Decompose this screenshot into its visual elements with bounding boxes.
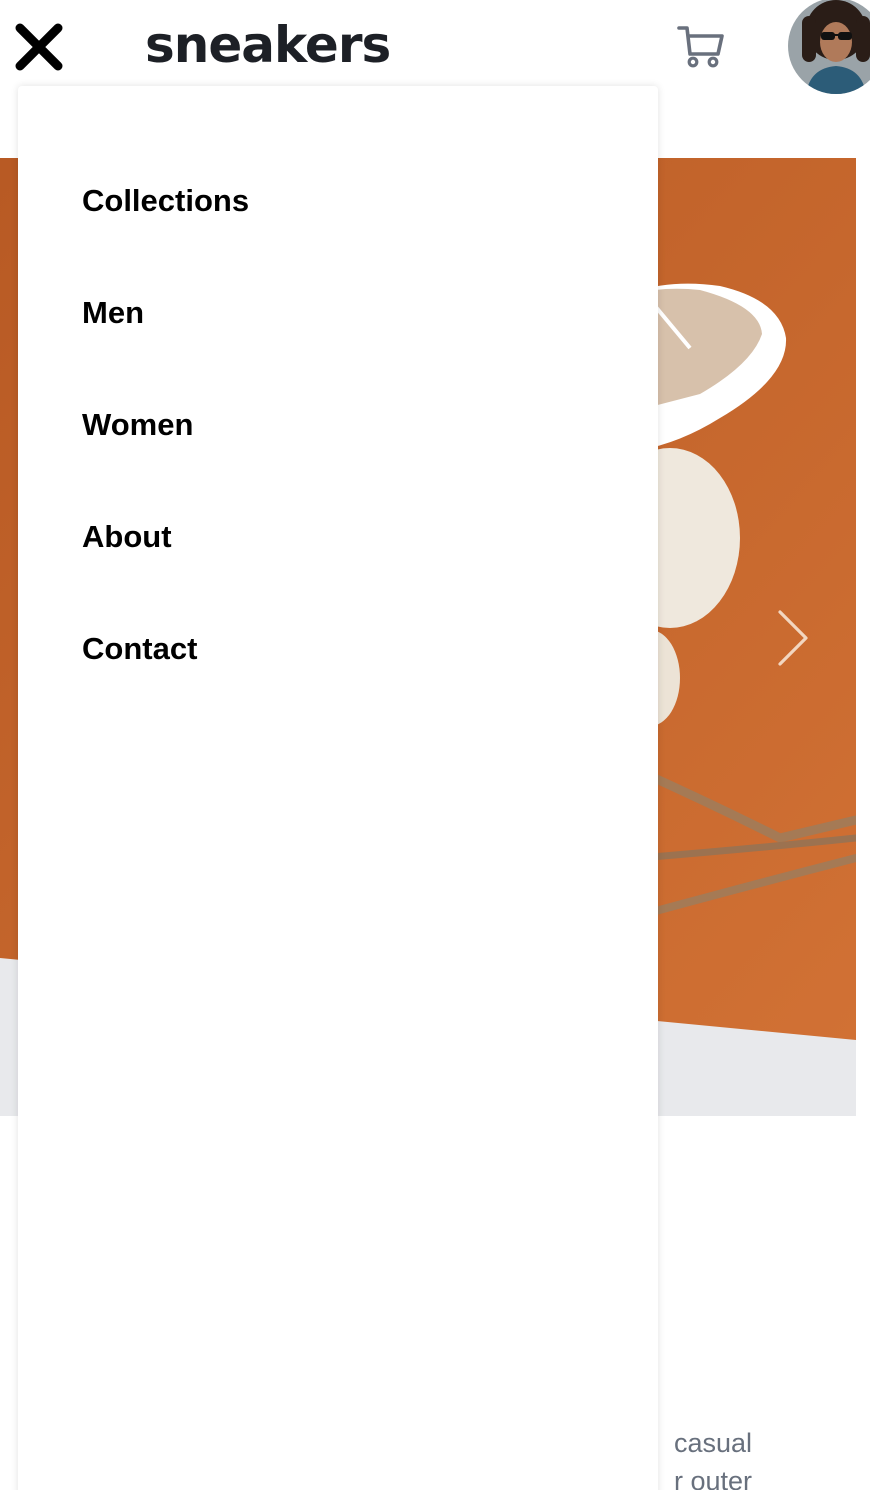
navigation-drawer: Collections Men Women About Contact <box>18 86 658 1490</box>
cart-icon <box>677 26 724 68</box>
avatar-image <box>788 0 870 94</box>
user-avatar[interactable] <box>788 0 870 94</box>
close-icon <box>15 23 63 71</box>
nav-item-about[interactable]: About <box>82 514 249 560</box>
cart-button[interactable] <box>676 24 728 72</box>
nav-menu: Collections Men Women About Contact <box>82 178 249 738</box>
logo[interactable]: sneakers <box>145 12 391 78</box>
header: sneakers <box>0 0 870 95</box>
page: sneakers casual r outer Collections Men … <box>0 0 870 1490</box>
chevron-right-icon <box>778 610 808 666</box>
next-image-button[interactable] <box>770 606 814 670</box>
close-menu-button[interactable] <box>14 22 66 74</box>
nav-item-contact[interactable]: Contact <box>82 626 249 672</box>
nav-item-men[interactable]: Men <box>82 290 249 336</box>
nav-item-collections[interactable]: Collections <box>82 178 249 224</box>
nav-item-women[interactable]: Women <box>82 402 249 448</box>
